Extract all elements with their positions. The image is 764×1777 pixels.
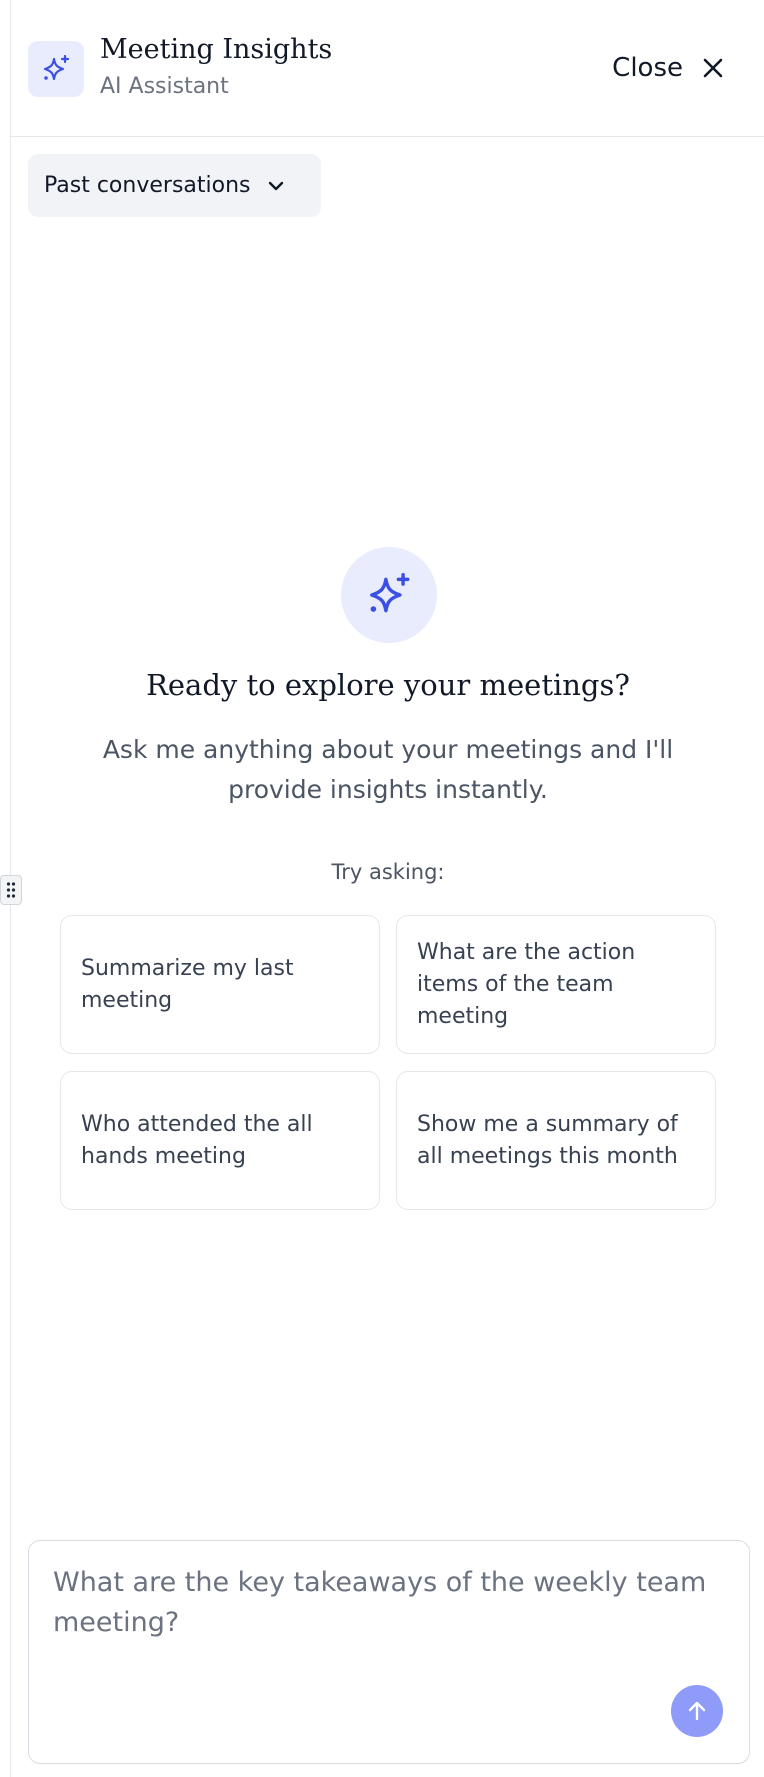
- empty-state-description: Ask me anything about your meetings and …: [102, 735, 674, 804]
- grip-icon: [6, 882, 16, 898]
- empty-state-title: Ready to explore your meetings?: [146, 668, 630, 702]
- message-composer: [28, 1540, 750, 1764]
- suggestion-grid: Summarize my last meeting What are the a…: [60, 915, 716, 1210]
- panel-header: Meeting Insights AI Assistant Close: [11, 0, 764, 137]
- sparkle-icon: [370, 572, 410, 613]
- resize-handle[interactable]: [0, 875, 22, 905]
- try-asking-label: Try asking:: [331, 860, 445, 884]
- app-logo: [28, 41, 84, 97]
- suggestion-card[interactable]: Show me a summary of all meetings this m…: [396, 1071, 716, 1210]
- app-title: Meeting Insights: [100, 34, 333, 65]
- suggestion-card[interactable]: What are the action items of the team me…: [396, 915, 716, 1054]
- empty-state-icon: [341, 547, 437, 643]
- past-conversations-dropdown[interactable]: Past conversations: [28, 154, 321, 217]
- send-button[interactable]: [671, 1685, 723, 1737]
- suggestion-card[interactable]: Who attended the all hands meeting: [60, 1071, 380, 1210]
- arrow-up-icon: [688, 1701, 706, 1721]
- message-input[interactable]: [53, 1563, 713, 1673]
- close-button[interactable]: Close: [612, 48, 725, 88]
- assistant-panel: Meeting Insights AI Assistant Close Past…: [10, 0, 764, 1777]
- app-subtitle: AI Assistant: [100, 74, 229, 99]
- close-icon: [703, 58, 723, 78]
- past-conversations-label: Past conversations: [44, 173, 251, 198]
- chevron-down-icon: [268, 181, 283, 190]
- sparkle-icon: [43, 54, 70, 81]
- close-label: Close: [612, 53, 683, 83]
- suggestion-card[interactable]: Summarize my last meeting: [60, 915, 380, 1054]
